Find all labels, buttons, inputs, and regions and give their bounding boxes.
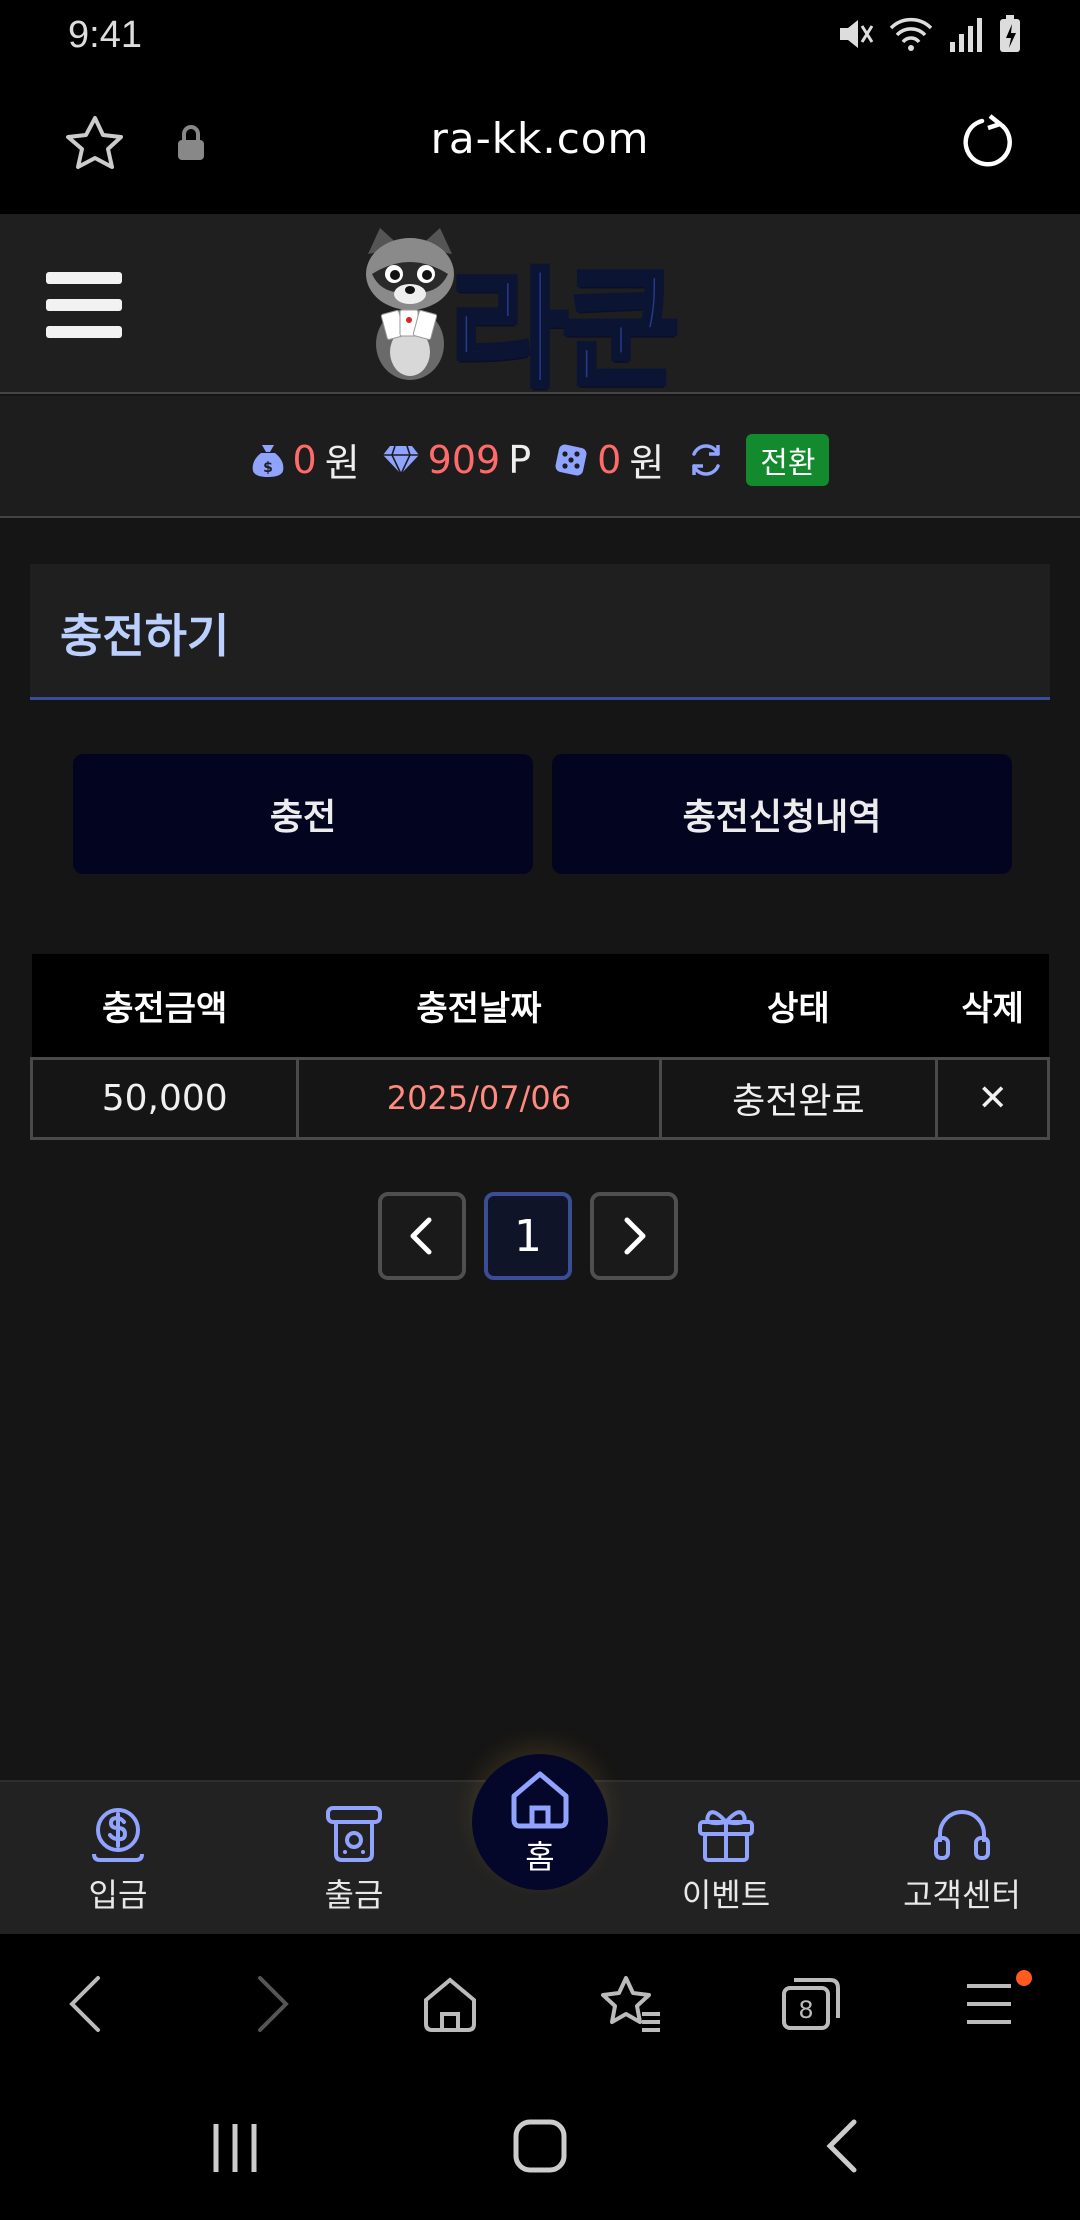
status-cell: 충전완료 <box>658 1056 939 1140</box>
mute-icon <box>840 20 874 48</box>
column-header: 충전날짜 <box>297 954 660 1058</box>
browser-toolbar: 8 <box>0 1934 1080 2074</box>
status-bar: 9:41 <box>0 0 1080 72</box>
browser-menu-icon[interactable] <box>964 1974 1014 2034</box>
table-header-row: 충전금액 충전날짜 상태 삭제 <box>31 954 1049 1058</box>
tabs-icon[interactable]: 8 <box>780 1974 842 2034</box>
amount-cell: 50,000 <box>29 1056 300 1140</box>
gift-icon <box>698 1810 754 1862</box>
url-text[interactable]: ra-kk.com <box>0 114 1080 163</box>
system-home-icon[interactable] <box>512 2118 568 2174</box>
chevron-right-icon <box>624 1217 646 1255</box>
wifi-icon <box>889 17 933 51</box>
charge-history-table: 충전금액 충전날짜 상태 삭제 50,000 2025/07/06 충전완료 ✕ <box>29 954 1050 1140</box>
reload-icon[interactable] <box>960 112 1016 172</box>
menu-icon[interactable] <box>46 272 122 338</box>
next-page-button[interactable] <box>590 1192 678 1280</box>
browser-url-bar: ra-kk.com <box>0 72 1080 214</box>
nav-withdraw[interactable]: 출금 <box>254 1804 454 1916</box>
refresh-icon[interactable] <box>686 440 726 480</box>
column-header: 상태 <box>660 954 937 1058</box>
site-logo[interactable]: 라쿤 <box>350 224 730 408</box>
home-icon <box>511 1771 569 1829</box>
table-row: 50,000 2025/07/06 충전완료 ✕ <box>29 1056 1050 1140</box>
system-back-icon[interactable] <box>822 2118 862 2174</box>
system-nav-bar <box>0 2074 1080 2220</box>
delete-button[interactable]: ✕ <box>935 1056 1050 1140</box>
dollar-coin-icon <box>92 1808 144 1862</box>
browser-home-icon[interactable] <box>420 1974 480 2034</box>
forward-icon[interactable] <box>252 1974 292 2034</box>
diamond-icon <box>382 445 419 476</box>
status-time: 9:41 <box>68 14 142 56</box>
signal-icon <box>950 18 982 52</box>
nav-event[interactable]: 이벤트 <box>626 1804 826 1916</box>
casino-balance: 0 원 <box>553 432 664 487</box>
tab-charge[interactable]: 충전 <box>73 754 533 874</box>
balance-bar: $ 0 원 909 P 0 원 전환 <box>0 396 1080 518</box>
back-icon[interactable] <box>66 1974 106 2034</box>
bookmarks-icon[interactable] <box>598 1974 664 2034</box>
notification-dot <box>1016 1970 1032 1986</box>
prev-page-button[interactable] <box>378 1192 466 1280</box>
atm-withdraw-icon <box>326 1806 382 1862</box>
date-cell: 2025/07/06 <box>296 1056 662 1140</box>
page-number-button[interactable]: 1 <box>484 1192 572 1280</box>
page-title: 충전하기 <box>60 609 230 663</box>
bottom-nav: 입금 출금 홈 이벤트 고객센터 <box>0 1754 1080 1934</box>
logo-text: 라쿤 <box>448 254 683 408</box>
pagination: 1 <box>378 1192 678 1280</box>
swap-button[interactable]: 전환 <box>746 433 830 486</box>
money-balance: $ 0 원 <box>251 432 360 487</box>
column-header: 충전금액 <box>31 954 298 1058</box>
recent-apps-icon[interactable] <box>210 2122 260 2174</box>
nav-home[interactable]: 홈 <box>472 1754 608 1890</box>
svg-text:$: $ <box>263 460 273 476</box>
site-header: 라쿤 <box>0 214 1080 408</box>
point-balance: 909 P <box>382 438 531 482</box>
svg-text:8: 8 <box>798 1996 813 2024</box>
section-header: 충전하기 <box>30 564 1050 700</box>
status-icons <box>834 14 1022 54</box>
nav-support[interactable]: 고객센터 <box>862 1804 1062 1916</box>
chevron-left-icon <box>410 1217 432 1255</box>
column-header: 삭제 <box>936 954 1049 1058</box>
money-bag-icon: $ <box>252 444 283 477</box>
battery-icon <box>1000 15 1020 52</box>
dice-icon <box>555 444 587 475</box>
headset-icon <box>934 1810 990 1860</box>
page-content: 라쿤 $ 0 원 909 P 0 원 전환 충전하기 충전 충전신청내역 충전금… <box>0 214 1080 1934</box>
nav-deposit[interactable]: 입금 <box>18 1804 218 1916</box>
tab-charge-history[interactable]: 충전신청내역 <box>552 754 1012 874</box>
